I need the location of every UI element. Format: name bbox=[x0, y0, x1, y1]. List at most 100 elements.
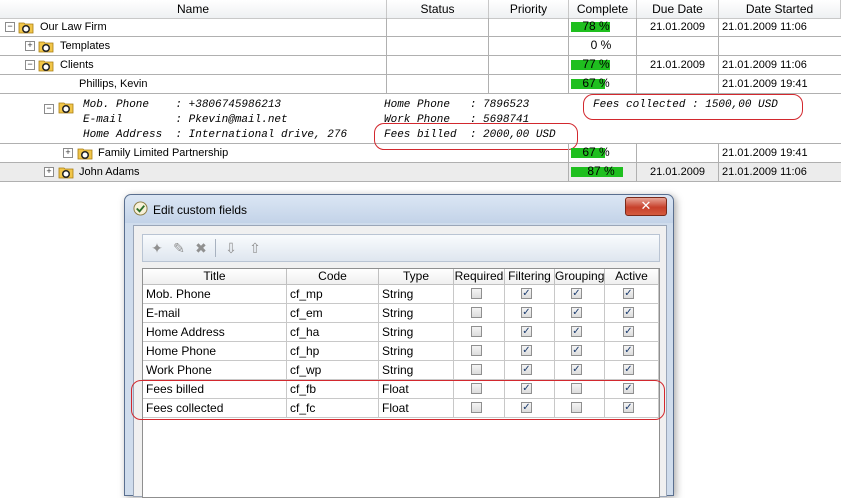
filtering-checkbox[interactable]: ✓ bbox=[521, 326, 532, 337]
filtering-checkbox[interactable]: ✓ bbox=[521, 383, 532, 394]
field-type[interactable]: String bbox=[379, 304, 454, 322]
table-row[interactable]: Fees collected cf_fc Float ✓ ✓ bbox=[143, 399, 659, 418]
task-name: Templates bbox=[60, 40, 111, 52]
field-type[interactable]: Float bbox=[379, 399, 454, 417]
active-checkbox[interactable]: ✓ bbox=[623, 402, 634, 413]
active-checkbox[interactable]: ✓ bbox=[623, 345, 634, 356]
active-checkbox[interactable]: ✓ bbox=[623, 326, 634, 337]
required-checkbox[interactable] bbox=[471, 307, 482, 318]
expand-toggle-icon[interactable]: + bbox=[63, 148, 73, 158]
column-header-name[interactable]: Name bbox=[0, 0, 387, 18]
active-checkbox[interactable]: ✓ bbox=[623, 288, 634, 299]
collapse-toggle-icon[interactable]: − bbox=[44, 104, 54, 114]
table-row[interactable]: Home Phone cf_hp String ✓ ✓ ✓ bbox=[143, 342, 659, 361]
column-divider bbox=[718, 163, 719, 181]
active-checkbox[interactable]: ✓ bbox=[623, 383, 634, 394]
required-checkbox[interactable] bbox=[471, 326, 482, 337]
active-checkbox[interactable]: ✓ bbox=[623, 307, 634, 318]
delete-field-icon[interactable]: ✖ bbox=[191, 238, 211, 258]
field-type[interactable]: Float bbox=[379, 380, 454, 398]
filtering-checkbox[interactable]: ✓ bbox=[521, 364, 532, 375]
task-row[interactable]: Phillips, Kevin 67 % 21.01.2009 19:41 bbox=[0, 75, 841, 94]
required-checkbox[interactable] bbox=[471, 364, 482, 375]
table-row[interactable]: Work Phone cf_wp String ✓ ✓ ✓ bbox=[143, 361, 659, 380]
field-title[interactable]: Mob. Phone bbox=[143, 285, 287, 303]
required-cell bbox=[454, 380, 505, 398]
field-title[interactable]: Fees billed bbox=[143, 380, 287, 398]
grouping-checkbox[interactable]: ✓ bbox=[571, 345, 582, 356]
grouping-checkbox[interactable]: ✓ bbox=[571, 288, 582, 299]
collapse-toggle-icon[interactable]: − bbox=[5, 22, 15, 32]
column-header-code[interactable]: Code bbox=[287, 269, 379, 284]
grouping-cell bbox=[555, 380, 605, 398]
field-type[interactable]: String bbox=[379, 323, 454, 341]
task-row[interactable]: + Templates 0 % bbox=[0, 37, 841, 56]
required-checkbox[interactable] bbox=[471, 402, 482, 413]
add-field-icon[interactable]: ✦ bbox=[147, 238, 167, 258]
progress-text: 78 % bbox=[582, 19, 610, 33]
date-started: 21.01.2009 19:41 bbox=[722, 147, 808, 159]
column-header-due-date[interactable]: Due Date bbox=[637, 0, 719, 18]
filtering-checkbox[interactable]: ✓ bbox=[521, 288, 532, 299]
active-cell: ✓ bbox=[605, 285, 659, 303]
field-title[interactable]: Work Phone bbox=[143, 361, 287, 379]
field-code[interactable]: cf_wp bbox=[287, 361, 379, 379]
column-header-filtering[interactable]: Filtering bbox=[505, 269, 555, 284]
table-row[interactable]: Home Address cf_ha String ✓ ✓ ✓ bbox=[143, 323, 659, 342]
table-row[interactable]: Fees billed cf_fb Float ✓ ✓ bbox=[143, 380, 659, 399]
required-checkbox[interactable] bbox=[471, 345, 482, 356]
grouping-checkbox[interactable] bbox=[571, 402, 582, 413]
filtering-cell: ✓ bbox=[505, 380, 555, 398]
required-checkbox[interactable] bbox=[471, 383, 482, 394]
field-type[interactable]: String bbox=[379, 342, 454, 360]
required-checkbox[interactable] bbox=[471, 288, 482, 299]
task-row[interactable]: − Clients 77 % 21.01.2009 21.01.2009 11:… bbox=[0, 56, 841, 75]
field-type[interactable]: String bbox=[379, 361, 454, 379]
table-row[interactable]: Mob. Phone cf_mp String ✓ ✓ ✓ bbox=[143, 285, 659, 304]
filtering-checkbox[interactable]: ✓ bbox=[521, 345, 532, 356]
table-row[interactable]: E-mail cf_em String ✓ ✓ ✓ bbox=[143, 304, 659, 323]
column-divider bbox=[568, 144, 569, 162]
task-row[interactable]: − Our Law Firm 78 % 21.01.2009 21.01.200… bbox=[0, 18, 841, 37]
column-header-required[interactable]: Required bbox=[454, 269, 505, 284]
field-title[interactable]: E-mail bbox=[143, 304, 287, 322]
column-header-grouping[interactable]: Grouping bbox=[555, 269, 605, 284]
column-header-status[interactable]: Status bbox=[387, 0, 489, 18]
column-header-active[interactable]: Active bbox=[605, 269, 659, 284]
due-date: 21.01.2009 bbox=[650, 166, 706, 178]
move-up-icon[interactable]: ⇧ bbox=[245, 238, 265, 258]
move-down-icon[interactable]: ⇩ bbox=[221, 238, 241, 258]
expand-toggle-icon[interactable]: + bbox=[25, 41, 35, 51]
folder-clock-icon bbox=[58, 167, 74, 179]
dialog-titlebar[interactable]: Edit custom fields ✕ bbox=[125, 195, 673, 223]
field-code[interactable]: cf_ha bbox=[287, 323, 379, 341]
field-code[interactable]: cf_fc bbox=[287, 399, 379, 417]
active-checkbox[interactable]: ✓ bbox=[623, 364, 634, 375]
column-header-title[interactable]: Title bbox=[143, 269, 287, 284]
field-code[interactable]: cf_mp bbox=[287, 285, 379, 303]
column-header-complete[interactable]: Complete bbox=[569, 0, 637, 18]
column-header-date-started[interactable]: Date Started bbox=[719, 0, 841, 18]
close-button[interactable]: ✕ bbox=[625, 197, 667, 216]
edit-field-icon[interactable]: ✎ bbox=[169, 238, 189, 258]
field-code[interactable]: cf_hp bbox=[287, 342, 379, 360]
grouping-cell bbox=[555, 399, 605, 417]
grouping-checkbox[interactable]: ✓ bbox=[571, 326, 582, 337]
field-type[interactable]: String bbox=[379, 285, 454, 303]
task-row[interactable]: + Family Limited Partnership 67 % 21.01.… bbox=[0, 144, 841, 163]
grouping-checkbox[interactable] bbox=[571, 383, 582, 394]
column-header-priority[interactable]: Priority bbox=[489, 0, 569, 18]
filtering-checkbox[interactable]: ✓ bbox=[521, 402, 532, 413]
task-row[interactable]: + John Adams 87 % 21.01.2009 21.01.2009 … bbox=[0, 163, 841, 182]
collapse-toggle-icon[interactable]: − bbox=[25, 60, 35, 70]
filtering-checkbox[interactable]: ✓ bbox=[521, 307, 532, 318]
field-code[interactable]: cf_fb bbox=[287, 380, 379, 398]
grouping-checkbox[interactable]: ✓ bbox=[571, 307, 582, 318]
field-title[interactable]: Fees collected bbox=[143, 399, 287, 417]
grouping-checkbox[interactable]: ✓ bbox=[571, 364, 582, 375]
field-code[interactable]: cf_em bbox=[287, 304, 379, 322]
field-title[interactable]: Home Address bbox=[143, 323, 287, 341]
expand-toggle-icon[interactable]: + bbox=[44, 167, 54, 177]
column-header-type[interactable]: Type bbox=[379, 269, 454, 284]
field-title[interactable]: Home Phone bbox=[143, 342, 287, 360]
